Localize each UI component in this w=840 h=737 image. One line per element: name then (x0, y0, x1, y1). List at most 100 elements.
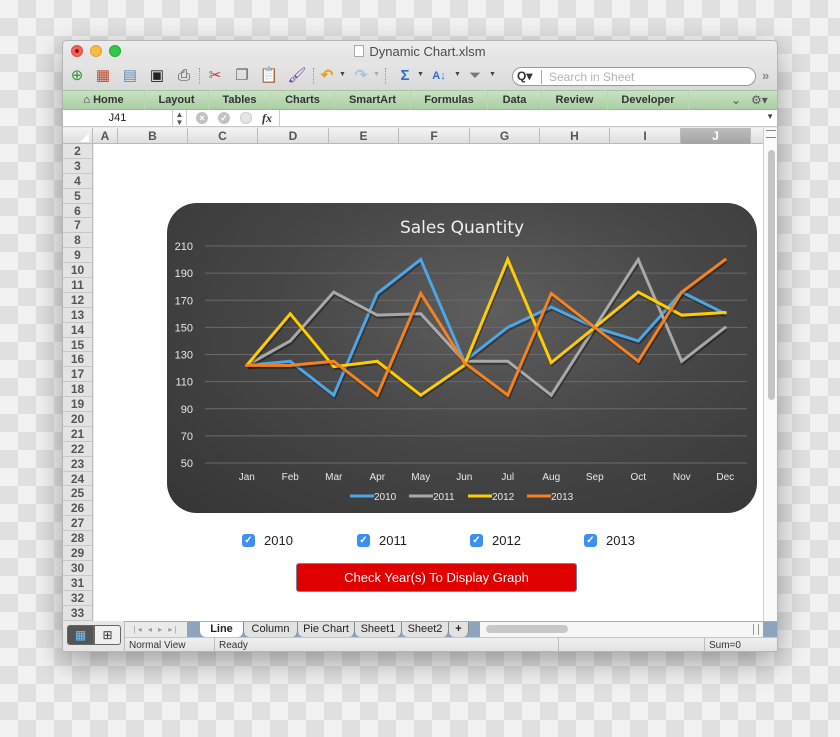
data-point-2011[interactable] (549, 393, 553, 397)
sheet-tab-line[interactable]: Line (200, 622, 244, 637)
row-header[interactable]: 28 (63, 531, 92, 547)
gallery-icon[interactable]: ▦ (93, 66, 113, 86)
page-layout-view-button[interactable]: ⊞ (94, 625, 121, 645)
print-icon[interactable]: ⎙ (174, 66, 194, 86)
row-header[interactable]: 27 (63, 516, 92, 532)
data-point-2013[interactable] (636, 359, 640, 363)
insert-function-circle-icon[interactable] (240, 112, 252, 124)
checkbox-checked-icon[interactable]: ✓ (470, 534, 483, 547)
column-header-d[interactable]: D (258, 128, 329, 144)
column-header-f[interactable]: F (399, 128, 470, 144)
paste-icon[interactable]: 📋 (259, 66, 279, 86)
row-header[interactable]: 17 (63, 367, 92, 383)
filter-icon[interactable]: ⏷ (465, 66, 485, 86)
data-point-2011[interactable] (375, 313, 379, 317)
column-header-e[interactable]: E (329, 128, 399, 144)
split-handle-icon[interactable] (753, 624, 759, 635)
vertical-scroll-thumb[interactable] (768, 150, 775, 400)
data-point-2010[interactable] (506, 325, 510, 329)
select-all-corner[interactable] (63, 128, 93, 144)
column-header-c[interactable]: C (188, 128, 258, 144)
tab-home[interactable]: ⌂ Home (63, 91, 145, 110)
row-header[interactable]: 7 (63, 218, 92, 234)
tab-charts[interactable]: Charts (271, 91, 335, 110)
row-header[interactable]: 29 (63, 546, 92, 561)
formula-input[interactable] (279, 110, 763, 127)
data-point-2011[interactable] (680, 359, 684, 363)
tab-layout[interactable]: Layout (145, 91, 209, 110)
sheet-tab-sheet2[interactable]: Sheet2 (402, 622, 449, 637)
data-point-2011[interactable] (419, 312, 423, 316)
row-header[interactable]: 6 (63, 204, 92, 219)
row-header[interactable]: 14 (63, 323, 92, 338)
row-header[interactable]: 20 (63, 412, 92, 427)
data-point-2012[interactable] (636, 290, 640, 294)
data-point-2012[interactable] (332, 365, 336, 369)
row-header[interactable]: 4 (63, 174, 92, 189)
horizontal-scroll-thumb[interactable] (486, 625, 568, 633)
data-point-2013[interactable] (549, 291, 553, 295)
data-point-2010[interactable] (419, 258, 423, 262)
row-header[interactable]: 15 (63, 338, 92, 353)
data-point-2012[interactable] (680, 313, 684, 317)
row-header[interactable]: 3 (63, 159, 92, 174)
add-sheet-button[interactable]: + (449, 622, 469, 637)
row-header[interactable]: 11 (63, 278, 92, 293)
sheet-tab-sheet1[interactable]: Sheet1 (355, 622, 402, 637)
data-point-2013[interactable] (680, 290, 684, 294)
row-header[interactable]: 19 (63, 397, 92, 413)
name-box-stepper-icon[interactable]: ▲ ▼ (173, 110, 187, 127)
data-point-2011[interactable] (723, 325, 727, 329)
confirm-entry-icon[interactable]: ✓ (218, 112, 230, 124)
row-header[interactable]: 30 (63, 561, 92, 576)
row-header[interactable]: 26 (63, 501, 92, 517)
sheet-tab-pie-chart[interactable]: Pie Chart (298, 622, 355, 637)
data-point-2011[interactable] (506, 359, 510, 363)
data-point-2012[interactable] (375, 359, 379, 363)
redo-dropdown-icon[interactable]: ▼ (373, 71, 380, 78)
row-header[interactable]: 12 (63, 293, 92, 308)
formula-expand-icon[interactable]: ▼ (766, 112, 774, 121)
open-icon[interactable]: ▤ (120, 66, 140, 86)
column-header-g[interactable]: G (470, 128, 540, 144)
column-header-j[interactable]: J (681, 128, 751, 144)
redo-icon[interactable]: ↷ (351, 66, 371, 86)
save-icon[interactable]: ▣ (147, 66, 167, 86)
data-point-2010[interactable] (636, 339, 640, 343)
data-point-2013[interactable] (332, 359, 336, 363)
autosum-icon[interactable]: Σ (395, 66, 415, 86)
data-point-2013[interactable] (245, 363, 249, 367)
checkbox-checked-icon[interactable]: ✓ (357, 534, 370, 547)
display-graph-button[interactable]: Check Year(s) To Display Graph (296, 563, 577, 592)
ribbon-settings-gear-icon[interactable]: ⚙▾ (751, 93, 768, 107)
copy-icon[interactable]: ❐ (232, 66, 252, 86)
sheet-tab-column[interactable]: Column (244, 622, 298, 637)
data-point-2012[interactable] (288, 312, 292, 316)
row-header[interactable]: 22 (63, 442, 92, 457)
checkbox-checked-icon[interactable]: ✓ (242, 534, 255, 547)
column-header-a[interactable]: A (93, 128, 118, 144)
normal-view-button[interactable]: ▦ (67, 625, 94, 645)
row-header[interactable]: 18 (63, 382, 92, 398)
row-header[interactable]: 2 (63, 144, 92, 159)
tab-tables[interactable]: Tables (209, 91, 271, 110)
column-header-b[interactable]: B (118, 128, 188, 144)
data-point-2012[interactable] (419, 393, 423, 397)
format-painter-icon[interactable]: 🖌 (287, 66, 307, 86)
cancel-entry-icon[interactable]: × (196, 112, 208, 124)
new-workbook-icon[interactable]: ⊕ (67, 66, 87, 86)
worksheet-area[interactable]: Sales Quantity 50 70 90 110 130 150 170 190 210 … (94, 144, 763, 621)
data-point-2012[interactable] (723, 310, 727, 314)
sheet-navigation-arrows[interactable]: |◂ ◂ ▸ ▸| (125, 622, 187, 637)
tab-review[interactable]: Review (542, 91, 608, 110)
data-point-2012[interactable] (549, 361, 553, 365)
tab-data[interactable]: Data (488, 91, 542, 110)
sort-dropdown-icon[interactable]: ▼ (454, 71, 461, 78)
fx-icon[interactable]: fx (262, 111, 272, 126)
search-icon[interactable]: Q▾ (517, 69, 532, 83)
data-point-2011[interactable] (332, 290, 336, 294)
undo-dropdown-icon[interactable]: ▼ (339, 71, 346, 78)
row-header[interactable]: 31 (63, 576, 92, 591)
sort-icon[interactable]: A↓ (429, 66, 449, 86)
undo-icon[interactable]: ↶ (317, 66, 337, 86)
